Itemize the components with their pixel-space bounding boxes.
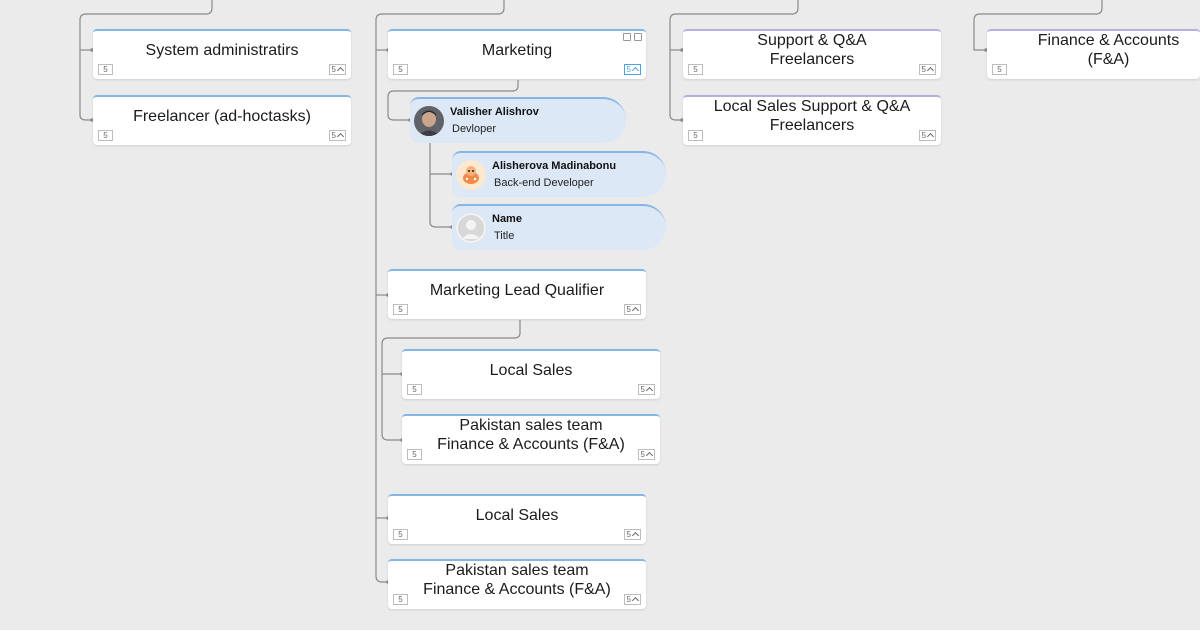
card-marketing-lead-qualifier[interactable]: Marketing Lead Qualifier 5 5 bbox=[388, 269, 646, 319]
count-badge: 5 bbox=[992, 64, 1007, 75]
person-card[interactable]: Valisher Alishrov Devloper bbox=[410, 97, 626, 143]
expand-toggle[interactable]: 5 bbox=[623, 304, 641, 315]
card-title: Local Sales Support & Q&A Freelancers bbox=[713, 98, 911, 134]
card-title: Pakistan sales team Finance & Accounts (… bbox=[437, 417, 625, 453]
person-name: Alisherova Madinabonu bbox=[492, 160, 617, 172]
card-title: Freelancer (ad-hoctasks) bbox=[133, 107, 311, 125]
card-freelancer[interactable]: Freelancer (ad-hoctasks) 5 5 bbox=[93, 95, 351, 145]
card-title: Local Sales bbox=[475, 506, 559, 524]
card-title: Marketing bbox=[481, 41, 553, 59]
card-title: Support & Q&A Freelancers bbox=[757, 32, 867, 68]
card-pakistan-sales-team[interactable]: Pakistan sales team Finance & Accounts (… bbox=[388, 559, 646, 609]
card-title: Finance & Accounts (F&A) bbox=[1037, 32, 1180, 68]
card-title: Pakistan sales team Finance & Accounts (… bbox=[423, 562, 611, 598]
card-pakistan-sales-team[interactable]: Pakistan sales team Finance & Accounts (… bbox=[402, 414, 660, 464]
person-title: Back-end Developer bbox=[494, 177, 594, 189]
count-badge: 5 bbox=[407, 449, 422, 460]
expand-toggle[interactable]: 5 bbox=[637, 384, 655, 395]
count-badge: 5 bbox=[98, 130, 113, 141]
count-badge: 5 bbox=[393, 304, 408, 315]
avatar bbox=[456, 160, 486, 190]
count-badge: 5 bbox=[688, 64, 703, 75]
avatar bbox=[414, 106, 444, 136]
chevron-up-icon bbox=[645, 451, 654, 460]
card-marketing[interactable]: Marketing 5 5 bbox=[388, 29, 646, 79]
count-badge: 5 bbox=[393, 529, 408, 540]
card-local-sales[interactable]: Local Sales 5 5 bbox=[402, 349, 660, 399]
chevron-up-icon bbox=[631, 66, 640, 75]
person-card[interactable]: Alisherova Madinabonu Back-end Developer bbox=[452, 151, 666, 197]
chevron-up-icon bbox=[336, 132, 345, 141]
card-title: Marketing Lead Qualifier bbox=[429, 281, 605, 299]
expand-toggle[interactable]: 5 bbox=[328, 64, 346, 75]
chevron-up-icon bbox=[631, 596, 640, 605]
card-title: Local Sales bbox=[489, 361, 573, 379]
card-local-sales-support[interactable]: Local Sales Support & Q&A Freelancers 5 … bbox=[683, 95, 941, 145]
avatar-placeholder bbox=[456, 213, 486, 243]
card-support-qa-freelancers[interactable]: Support & Q&A Freelancers 5 5 bbox=[683, 29, 941, 79]
org-chart-canvas[interactable]: System administratirs 5 5 Freelancer (ad… bbox=[0, 0, 1200, 630]
expand-toggle[interactable]: 5 bbox=[918, 64, 936, 75]
expand-toggle[interactable]: 5 bbox=[637, 449, 655, 460]
person-title: Devloper bbox=[452, 123, 497, 135]
chevron-up-icon bbox=[631, 306, 640, 315]
chevron-up-icon bbox=[926, 66, 935, 75]
count-badge: 5 bbox=[688, 130, 703, 141]
person-name: Valisher Alishrov bbox=[450, 106, 539, 118]
count-badge: 5 bbox=[393, 64, 408, 75]
person-name: Name bbox=[492, 213, 522, 225]
expand-toggle[interactable]: 5 bbox=[918, 130, 936, 141]
chevron-up-icon bbox=[631, 531, 640, 540]
card-local-sales[interactable]: Local Sales 5 5 bbox=[388, 494, 646, 544]
expand-toggle[interactable]: 5 bbox=[623, 64, 641, 75]
count-badge: 5 bbox=[393, 594, 408, 605]
chevron-up-icon bbox=[645, 386, 654, 395]
chevron-up-icon bbox=[336, 66, 345, 75]
card-finance-accounts[interactable]: Finance & Accounts (F&A) 5 bbox=[987, 29, 1200, 79]
person-title: Title bbox=[494, 230, 515, 242]
card-title: System administratirs bbox=[145, 41, 299, 59]
chevron-up-icon bbox=[926, 132, 935, 141]
expand-toggle[interactable]: 5 bbox=[623, 529, 641, 540]
expand-toggle[interactable]: 5 bbox=[328, 130, 346, 141]
count-badge: 5 bbox=[407, 384, 422, 395]
count-badge: 5 bbox=[98, 64, 113, 75]
person-card[interactable]: Name Title bbox=[452, 204, 666, 250]
expand-toggle[interactable]: 5 bbox=[623, 594, 641, 605]
card-system-administrators[interactable]: System administratirs 5 5 bbox=[93, 29, 351, 79]
grid-icon[interactable] bbox=[634, 33, 642, 41]
